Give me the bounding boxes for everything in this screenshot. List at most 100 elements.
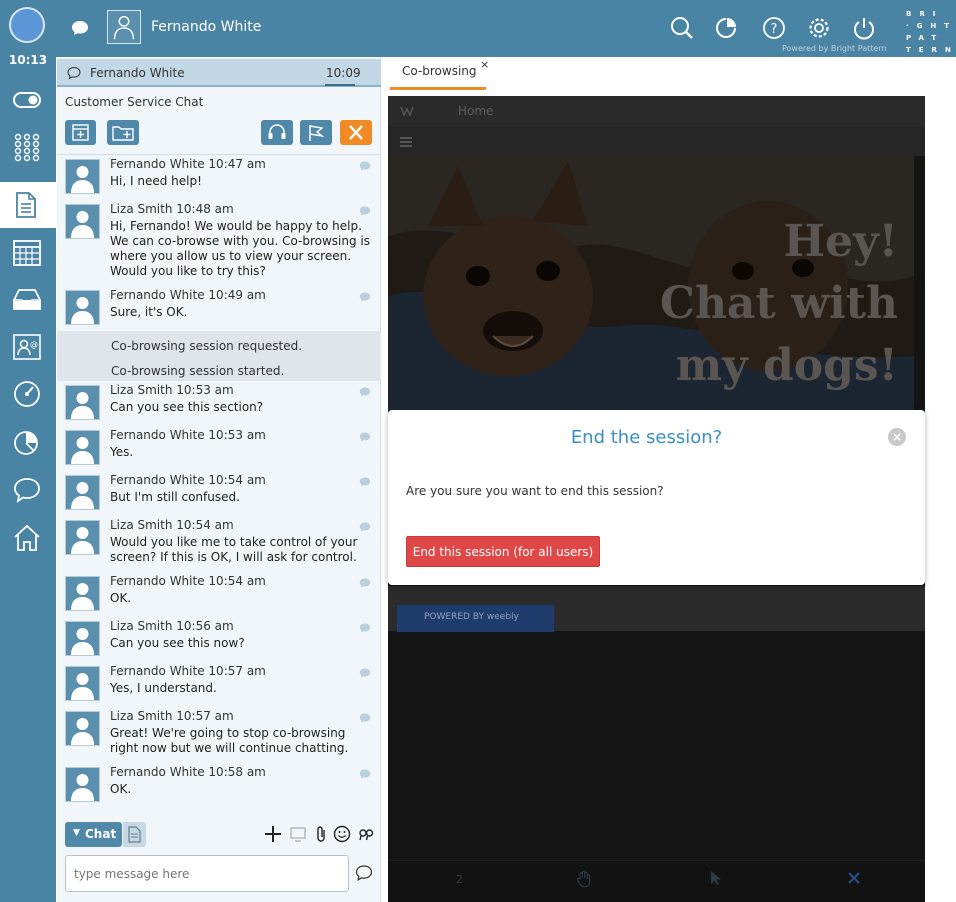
- brand-logo: BRI ·GHT PAT TERN: [906, 8, 956, 56]
- close-icon[interactable]: [848, 872, 860, 884]
- schedule-button[interactable]: [65, 120, 96, 145]
- home-icon[interactable]: [12, 523, 42, 553]
- message-header: Fernando White 10:54 am: [110, 473, 266, 487]
- message-text: Can you see this section?: [110, 400, 264, 414]
- quote-icon[interactable]: [357, 825, 375, 843]
- message-time: 10:57 am: [176, 709, 234, 723]
- site-nav-home: Home: [458, 104, 494, 118]
- site-hero-image: Hey! Chat with my dogs!: [388, 156, 914, 411]
- end-session-dialog: End the session? × Are you sure you want…: [388, 410, 925, 585]
- weebly-badge[interactable]: POWERED BY weebly: [397, 605, 554, 632]
- agent-avatar: [107, 10, 141, 44]
- sender-name: Liza Smith: [110, 709, 173, 723]
- message-header: Fernando White 10:49 am: [110, 288, 266, 302]
- brand-line: PAT: [906, 34, 945, 42]
- message-bubble-icon: [359, 578, 371, 588]
- sender-name: Fernando White: [110, 574, 205, 588]
- dashboard-icon[interactable]: [12, 379, 42, 409]
- plus-icon[interactable]: [264, 825, 282, 843]
- dialog-title: End the session?: [570, 427, 723, 448]
- hero-heading: Hey! Chat with my dogs!: [659, 216, 898, 391]
- system-message: Co-browsing session requested.: [111, 339, 303, 353]
- sender-name: Fernando White: [110, 428, 205, 442]
- send-icon[interactable]: [355, 864, 373, 882]
- agent-name: Fernando White: [151, 19, 262, 35]
- pointer-icon[interactable]: [710, 870, 722, 886]
- documents-icon[interactable]: [12, 190, 42, 220]
- caret-down-icon: ▼: [73, 828, 80, 838]
- message-list: Fernando White 10:47 am Hi, I need help!…: [57, 154, 381, 804]
- message-text: Hi, Fernando! We would be happy to help.…: [110, 219, 370, 278]
- message-header: Liza Smith 10:48 am: [110, 202, 234, 216]
- message-bubble-icon: [359, 387, 371, 397]
- inbox-icon[interactable]: [12, 284, 42, 314]
- schedule-icon: [72, 124, 89, 141]
- stats-icon[interactable]: [12, 427, 42, 457]
- sender-name: Fernando White: [110, 288, 205, 302]
- close-icon: [349, 125, 363, 140]
- person-icon: [66, 577, 99, 610]
- cobrowse-toolbar: 2: [388, 860, 925, 902]
- message-time: 10:53 am: [208, 428, 266, 442]
- chat-icon[interactable]: [12, 475, 42, 505]
- chat-mode-tab[interactable]: ▼ Chat: [65, 822, 122, 847]
- message-text: Yes, I understand.: [110, 681, 217, 695]
- message-header: Fernando White 10:47 am: [110, 157, 266, 171]
- search-icon[interactable]: [670, 16, 694, 40]
- flag-button[interactable]: [300, 120, 332, 145]
- message-time: 10:54 am: [176, 518, 234, 532]
- svg-text:@: @: [30, 340, 38, 349]
- end-chat-button[interactable]: [340, 120, 372, 145]
- brand-line: TERN: [906, 46, 956, 54]
- user-avatar: [65, 430, 100, 465]
- hand-icon[interactable]: [576, 870, 592, 888]
- sidebar: 10:13 @: [0, 53, 56, 902]
- emoji-icon[interactable]: [333, 825, 351, 843]
- calendar-icon[interactable]: [12, 237, 42, 267]
- agent-status-indicator[interactable]: [9, 7, 45, 43]
- dialog-close-button[interactable]: ×: [888, 428, 906, 446]
- contacts-icon[interactable]: @: [12, 332, 42, 362]
- person-icon: [66, 386, 99, 419]
- chat-bubble-icon[interactable]: [70, 18, 90, 38]
- logout-icon[interactable]: [852, 16, 876, 40]
- message-bubble-icon: [359, 292, 371, 302]
- message-text: OK.: [110, 591, 132, 605]
- chat-bubble-icon: [67, 66, 81, 80]
- tab-co-browsing[interactable]: Co-browsing ×: [390, 57, 489, 90]
- dialpad-icon[interactable]: [12, 132, 42, 162]
- chat-session-tab[interactable]: Fernando White 10:09: [57, 59, 381, 87]
- end-session-button[interactable]: End this session (for all users): [406, 536, 600, 567]
- toggle-icon[interactable]: [12, 85, 42, 115]
- top-bar: Fernando White ? BRI ·GHT PAT TERN Power…: [0, 0, 956, 57]
- settings-icon[interactable]: [807, 16, 831, 40]
- person-icon: [66, 205, 99, 238]
- add-folder-button[interactable]: [107, 120, 139, 145]
- chat-tab-timer-bar: [325, 84, 355, 86]
- headset-icon: [268, 124, 286, 139]
- message-text: OK.: [110, 782, 132, 796]
- user-avatar: [65, 159, 100, 194]
- attachment-icon[interactable]: [313, 825, 331, 843]
- message-input[interactable]: [65, 855, 349, 892]
- message-bubble-icon: [359, 477, 371, 487]
- clock: 10:13: [8, 53, 48, 67]
- sender-name: Liza Smith: [110, 518, 173, 532]
- message-header: Fernando White 10:54 am: [110, 574, 266, 588]
- message-time: 10:56 am: [176, 619, 234, 633]
- headset-button[interactable]: [261, 120, 293, 145]
- notes-tab[interactable]: [123, 822, 146, 847]
- reports-icon[interactable]: [714, 16, 738, 40]
- message-text: Can you see this now?: [110, 636, 245, 650]
- folder-add-icon: [112, 126, 134, 141]
- screen-share-icon[interactable]: [289, 825, 307, 843]
- chat-tab-timer: 10:09: [326, 66, 361, 80]
- message-time: 10:57 am: [208, 664, 266, 678]
- tab-label: Co-browsing: [402, 64, 477, 78]
- help-icon[interactable]: ?: [762, 16, 786, 40]
- brand-line: BRI: [906, 10, 944, 18]
- sender-name: Fernando White: [110, 765, 205, 779]
- weebly-logo-icon: [400, 106, 414, 116]
- message-header: Fernando White 10:58 am: [110, 765, 266, 779]
- tab-close-button[interactable]: ×: [480, 58, 489, 71]
